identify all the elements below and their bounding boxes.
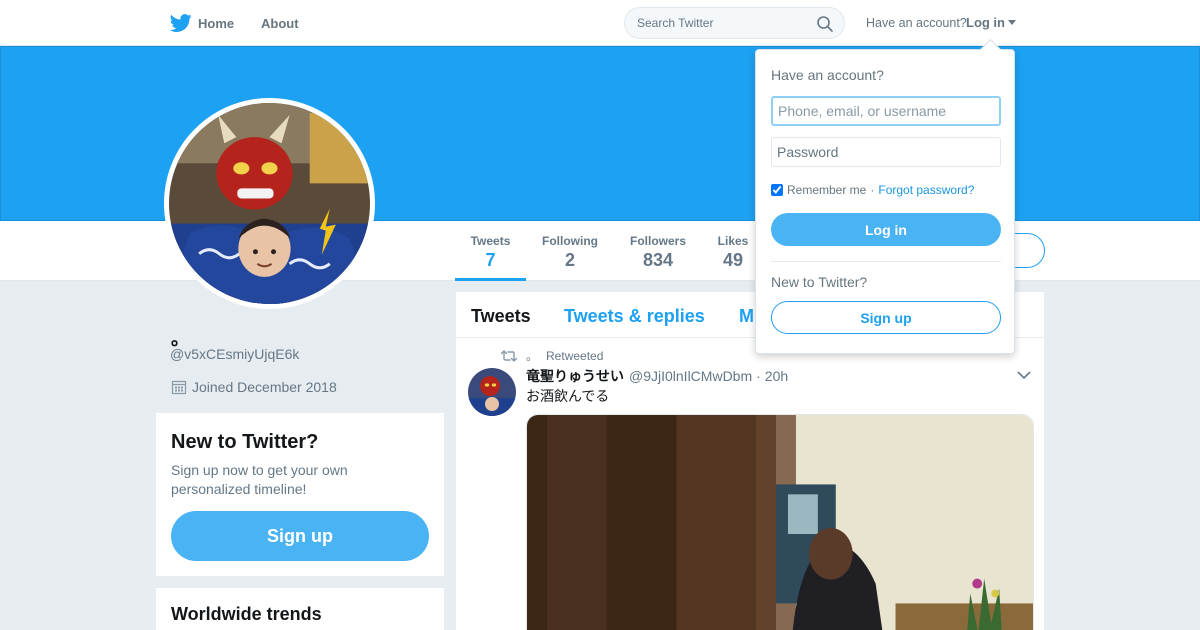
avatar-image <box>169 103 370 304</box>
nav-home-label: Home <box>198 15 235 31</box>
tab-media[interactable]: M <box>739 306 754 327</box>
retweeter-name[interactable]: 。 <box>526 347 538 364</box>
remember-me-label[interactable]: Remember me <box>787 183 866 197</box>
search-input[interactable] <box>637 14 807 32</box>
tweet-author-avatar[interactable] <box>468 368 516 416</box>
signup-card: New to Twitter? Sign up now to get your … <box>156 413 444 576</box>
tweet-author-handle[interactable]: @9JjI0lnIlCMwDbm <box>629 368 752 384</box>
tweet-separator: · <box>756 368 761 384</box>
profile-joined-date: Joined December 2018 <box>171 379 337 395</box>
top-navigation-bar: Home About Have an account? Log in <box>0 0 1200 46</box>
tweet-text: お酒飲んでる <box>526 388 610 404</box>
stat-label: Likes <box>717 234 749 248</box>
nav-home-link[interactable]: Home <box>170 12 234 34</box>
stat-label: Following <box>542 234 598 248</box>
chevron-down-icon[interactable] <box>1017 368 1031 382</box>
stat-value: 2 <box>564 250 575 270</box>
signup-button[interactable]: Sign up <box>171 511 429 561</box>
dropdown-signup-button[interactable]: Sign up <box>771 301 1001 334</box>
tab-tweets-and-replies[interactable]: Tweets & replies <box>564 306 705 327</box>
stat-likes[interactable]: Likes 49 <box>716 234 750 271</box>
tweet-photo[interactable] <box>526 414 1034 630</box>
tweet-author-name[interactable]: 竜聖りゅうせい <box>526 366 624 386</box>
remember-me-checkbox[interactable] <box>771 184 783 196</box>
stat-tweets[interactable]: Tweets 7 <box>455 234 526 281</box>
signup-card-title: New to Twitter? <box>171 431 319 453</box>
stat-value: 49 <box>722 250 744 270</box>
have-account-text: Have an account? <box>866 16 967 30</box>
profile-avatar[interactable] <box>164 98 375 309</box>
search-box <box>624 7 845 39</box>
twitter-bird-icon <box>170 14 192 32</box>
tweet-photo-image <box>527 415 1033 630</box>
stat-label: Followers <box>629 234 686 248</box>
trends-title: Worldwide trends <box>171 604 322 624</box>
forgot-password-link[interactable]: Forgot password? <box>878 183 974 197</box>
login-dropdown-toggle[interactable]: Log in <box>966 15 1016 30</box>
stat-following[interactable]: Following 2 <box>540 234 600 271</box>
calendar-icon <box>171 380 187 395</box>
username-input[interactable] <box>771 96 1001 126</box>
dropdown-divider <box>771 261 1001 262</box>
caret-down-icon <box>1008 20 1016 25</box>
signup-card-subtitle: Sign up now to get your own personalized… <box>171 462 348 497</box>
tweet-header: 竜聖りゅうせい @9JjI0lnIlCMwDbm · 20h <box>526 366 788 386</box>
tab-tweets[interactable]: Tweets <box>471 306 531 327</box>
profile-handle[interactable]: @v5xCEsmiyUjqE6k <box>170 346 299 362</box>
login-dropdown-title: Have an account? <box>771 67 884 83</box>
password-input[interactable] <box>771 137 1001 167</box>
tweet-avatar-image <box>468 368 516 416</box>
nav-about-link[interactable]: About <box>261 16 299 31</box>
search-icon[interactable] <box>816 15 834 33</box>
stat-followers[interactable]: Followers 834 <box>628 234 688 271</box>
retweeted-label: Retweeted <box>546 348 604 363</box>
retweet-context: 。 Retweeted <box>501 347 603 364</box>
remember-separator: · <box>870 183 875 197</box>
login-dropdown: Have an account? Remember me · Forgot pa… <box>755 49 1015 354</box>
tweet-timestamp[interactable]: 20h <box>765 368 788 384</box>
remember-row: Remember me · Forgot password? <box>771 183 974 197</box>
login-toggle-label: Log in <box>966 15 1005 30</box>
stat-label: Tweets <box>470 234 511 248</box>
login-submit-button[interactable]: Log in <box>771 213 1001 246</box>
new-to-twitter-text: New to Twitter? <box>771 274 868 290</box>
retweet-icon <box>501 349 517 362</box>
stat-value: 7 <box>485 250 496 270</box>
trends-card: Worldwide trends <box>156 588 444 630</box>
joined-text: Joined December 2018 <box>192 379 337 395</box>
stat-value: 834 <box>642 250 674 270</box>
